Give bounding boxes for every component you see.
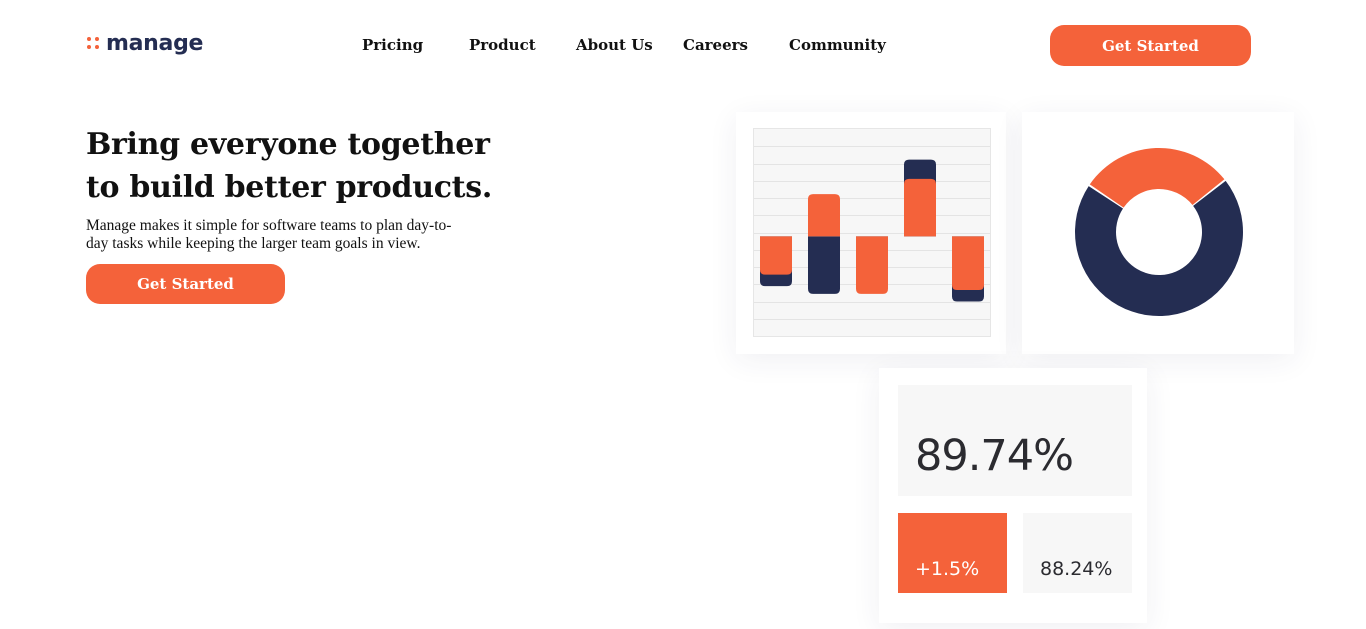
hero-description: Manage makes it simple for software team…: [86, 217, 452, 252]
secondary-stat-tile: 88.24%: [1023, 513, 1132, 593]
donut-chart: [1075, 147, 1243, 316]
nav-link-pricing[interactable]: Pricing: [362, 36, 423, 54]
bar-series-2-item-2: [808, 194, 840, 237]
nav-link-community[interactable]: Community: [789, 36, 886, 54]
stats-card: 89.74% +1.5% 88.24%: [879, 368, 1147, 623]
hero-get-started-button[interactable]: Get Started: [86, 264, 285, 304]
logo-dots-icon: [87, 37, 99, 49]
bar-chart-card: [736, 112, 1006, 354]
secondary-stat-value: 88.24%: [1040, 558, 1113, 580]
nav-link-product[interactable]: Product: [469, 36, 536, 54]
bar-series-2-item-1: [760, 236, 792, 275]
change-stat-value: +1.5%: [915, 558, 980, 580]
nav-link-about-us[interactable]: About Us: [576, 36, 653, 54]
logo-text: manage: [106, 30, 204, 56]
header-get-started-button[interactable]: Get Started: [1050, 25, 1251, 66]
bar-series-2-item-5: [952, 236, 984, 290]
logo[interactable]: manage: [87, 30, 203, 56]
hero-title-line-2: to build better products.: [86, 170, 492, 205]
bar-chart-area: [753, 128, 991, 337]
donut-slice-2: [1075, 180, 1243, 316]
main-stat-tile: 89.74%: [898, 385, 1132, 496]
bar-series-2-item-3: [856, 236, 888, 294]
bar-series-1-item-2: [808, 236, 840, 294]
hero-title-line-1: Bring everyone together: [86, 127, 490, 162]
nav-link-careers[interactable]: Careers: [683, 36, 748, 54]
bar-chart: [754, 146, 990, 320]
main-stat-value: 89.74%: [915, 431, 1074, 481]
change-stat-tile: +1.5%: [898, 513, 1007, 593]
bar-series-2-item-4: [904, 178, 936, 237]
donut-chart-card: [1022, 112, 1294, 354]
hero-title: Bring everyone together to build better …: [86, 123, 516, 209]
